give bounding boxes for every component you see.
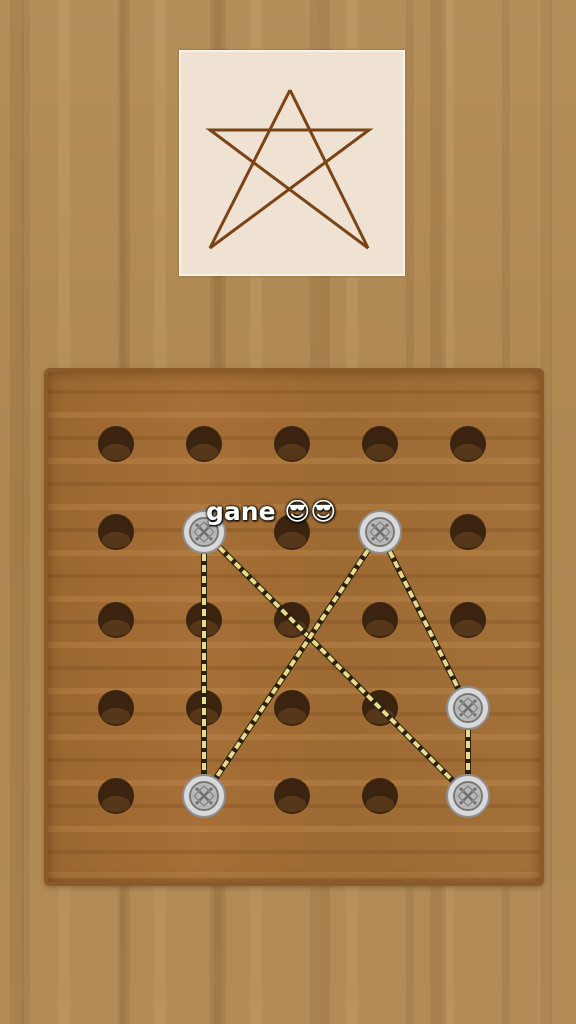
peg[interactable]	[358, 510, 402, 554]
player-message: gane 😎😎	[206, 497, 337, 526]
peg[interactable]	[446, 774, 490, 818]
peg-hole-shade	[278, 708, 306, 724]
peg-board-canvas[interactable]	[48, 372, 540, 882]
peg-hole-shade	[366, 620, 394, 636]
peg-hole-shade	[102, 708, 130, 724]
star-outline-icon	[205, 89, 374, 250]
peg-hole-shade	[278, 532, 306, 548]
peg-hole-shade	[278, 796, 306, 812]
peg-hole-shade	[102, 620, 130, 636]
peg-hole-shade	[366, 796, 394, 812]
peg-hole-shade	[102, 532, 130, 548]
peg-hole-shade	[190, 444, 218, 460]
peg-hole-shade	[278, 444, 306, 460]
peg[interactable]	[446, 686, 490, 730]
rope-band	[202, 530, 382, 798]
peg-board[interactable]	[44, 368, 544, 886]
target-shape-card	[179, 50, 405, 276]
peg-hole-shade	[102, 796, 130, 812]
peg-hole-shade	[454, 444, 482, 460]
peg-hole-shade	[454, 620, 482, 636]
peg-hole-shade	[454, 532, 482, 548]
peg-hole-shade	[102, 444, 130, 460]
peg[interactable]	[182, 774, 226, 818]
peg-hole-shade	[366, 444, 394, 460]
wood-plank	[10, 0, 24, 1024]
